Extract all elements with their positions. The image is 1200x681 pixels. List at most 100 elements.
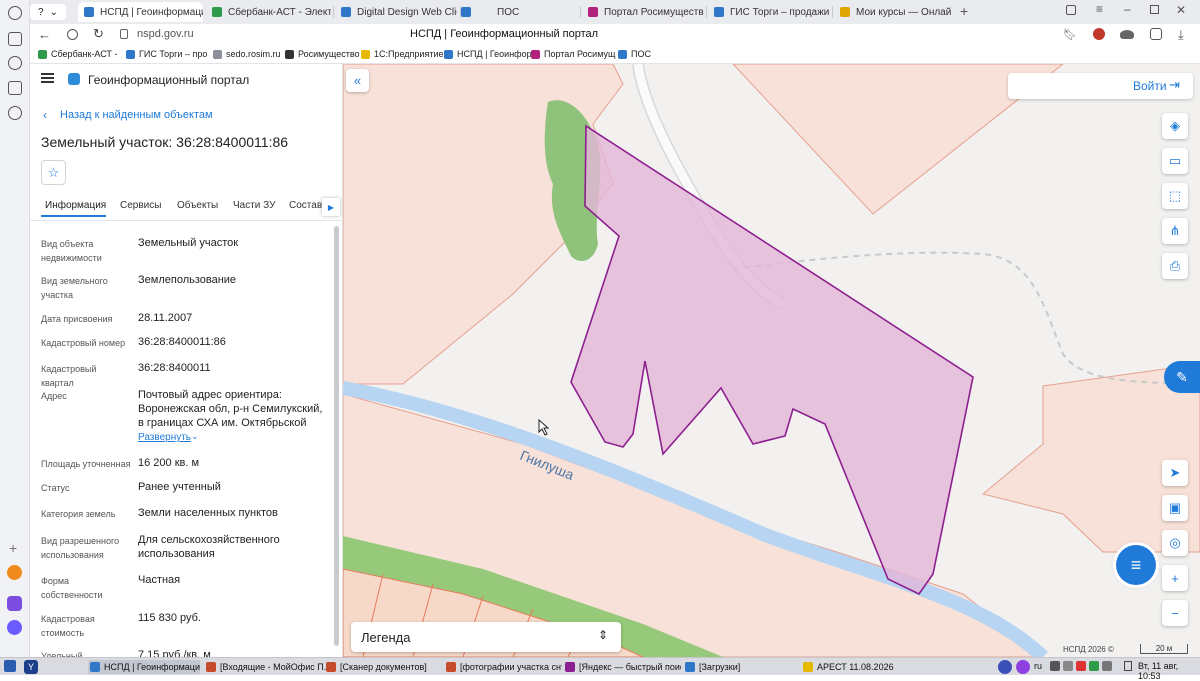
app-purple-icon[interactable] [7,596,22,611]
login-button[interactable]: Войти [1133,79,1167,93]
taskbar-item[interactable]: [Яндекс — быстрый поис... [565,660,681,674]
tab-services[interactable]: Сервисы [120,200,161,211]
nspd-favicon-icon [84,7,94,17]
extension-icon[interactable] [1093,28,1105,40]
app-orange-icon[interactable] [7,565,22,580]
tab-gis-torgi[interactable]: ГИС Торги – продажи гос [708,2,830,22]
zoom-in-button[interactable]: + [1162,565,1188,591]
locate-icon[interactable]: ➤ [1162,460,1188,486]
start-menu-icon[interactable] [4,660,16,672]
select-area-icon[interactable]: ⬚ [1162,183,1188,209]
tab-objects[interactable]: Объекты [177,200,218,211]
map-tools-icon[interactable]: ✎ [1164,361,1200,393]
ruler-icon[interactable]: ▭ [1162,148,1188,174]
share-icon[interactable]: ⋔ [1162,218,1188,244]
favorite-star-button[interactable]: ☆ [41,160,66,185]
bookmarks-bar: Сбербанк-АСТ - ГИС Торги – про sedo.rosi… [30,46,1200,64]
taskbar-item[interactable]: НСПД | Геоинформацио... [88,660,200,674]
map-view[interactable]: Гнилуша « Войти ⇥ Легенда ⇕ НСПД 2026 © … [343,64,1200,657]
hamburger-menu-icon[interactable] [41,73,54,75]
tray-status-icon[interactable] [1089,661,1099,671]
tray-yandex-icon[interactable] [998,660,1012,674]
yandex-launcher-icon[interactable]: Y [24,660,38,674]
tab-composition[interactable]: Состав [289,200,322,211]
badge-icon[interactable] [8,81,22,95]
taskbar-item[interactable]: [фотографии участка снт... [446,660,562,674]
alice-icon[interactable] [7,620,22,635]
bookmark-item[interactable]: Росимущество [285,49,360,59]
site-info-icon[interactable] [67,29,78,40]
tab-rosim[interactable]: Портал Росимущества - [582,2,704,22]
tab-information[interactable]: Информация [45,200,106,211]
taskbar-item[interactable]: [Входящие - МойОфис П... [206,660,330,674]
tab-actions-icon[interactable] [1066,5,1076,15]
tab-counter[interactable]: ? ⌄ [30,4,66,20]
tray-battery-icon[interactable] [1102,661,1112,671]
panel-scrollbar[interactable] [334,226,339,646]
tab-parts[interactable]: Части ЗУ [233,200,275,211]
reload-icon[interactable]: ↻ [93,26,104,42]
tab-digital-design[interactable]: Digital Design Web Client [335,2,457,22]
collections-icon[interactable] [8,32,22,46]
cadastral-quarter-value: 36:28:8400011 [138,362,211,374]
back-to-results-link[interactable]: Назад к найденным объектам [60,109,213,121]
sber-favicon-icon [212,7,222,17]
zoom-out-button[interactable]: − [1162,600,1188,626]
field-label: Кадастровая стоимость [41,614,95,638]
share-page-icon[interactable] [1150,28,1162,40]
tab-counter-value: ? [38,6,44,18]
bookmark-item[interactable]: ПОС [618,49,651,59]
taskbar-item[interactable]: АРЕСТ 11.08.2026 [803,660,923,674]
clock[interactable]: Вт, 11 авг, 10:53 [1138,661,1200,681]
field-label: Вид разрешенного использования [41,536,120,560]
bookmark-item[interactable]: Сбербанк-АСТ - [38,49,117,59]
bookmark-label: Сбербанк-АСТ - [51,49,118,59]
active-tab-indicator [41,215,106,217]
clipboard-icon[interactable] [1124,661,1132,671]
keyboard-language[interactable]: ru [1034,661,1042,671]
bookmark-item[interactable]: НСПД | Геоинфор [444,49,532,59]
tabs-scroll-right-icon[interactable]: ▶ [322,198,340,216]
tab-pos[interactable]: ПОС [455,2,577,22]
taskbar-item[interactable]: [Загрузки] [685,660,795,674]
protect-icon[interactable] [1120,30,1134,39]
tab-nspd[interactable]: НСПД | Геоинформацио✕ [78,2,203,22]
history-icon[interactable] [8,6,22,20]
taskbar: Y НСПД | Геоинформацио... [Входящие - Мо… [0,657,1200,681]
print-icon[interactable]: ⎙ [1162,253,1188,279]
downloads-icon[interactable] [8,106,22,120]
tray-network-icon[interactable] [1063,661,1073,671]
bookmark-item[interactable]: 1С:Предприятие [361,49,443,59]
login-icon[interactable]: ⇥ [1169,77,1180,93]
tray-app-icon[interactable] [1016,660,1030,674]
bookmark-item[interactable]: sedo.rosim.ru [213,49,281,59]
map-canvas[interactable]: Гнилуша [343,64,1200,657]
bookmark-icon[interactable]: 🔖︎ [1063,28,1077,41]
taskbar-item[interactable]: [Сканер документов] [326,660,444,674]
bookmark-label: НСПД | Геоинфор [457,49,532,59]
minimap-icon[interactable]: ▣ [1162,495,1188,521]
url-field[interactable]: nspd.gov.ru [137,28,194,40]
collapse-panel-button[interactable]: « [346,69,369,92]
sort-arrows-icon[interactable]: ⇕ [598,628,608,642]
tray-security-icon[interactable] [1076,661,1086,671]
bookmark-item[interactable]: ГИС Торги – про [126,49,207,59]
bookmark-item[interactable]: Портал Росимущ [531,49,615,59]
menu-icon[interactable]: ≡ [1096,2,1103,16]
expand-address-link[interactable]: Развернуть [138,432,191,443]
minimize-icon[interactable]: – [1124,2,1131,16]
window-close-icon[interactable]: ✕ [1176,3,1186,17]
add-icon[interactable]: + [9,540,17,556]
tab-courses[interactable]: Мои курсы — Онлайн-ин [834,2,952,22]
taskbar-item-label: НСПД | Геоинформацио... [104,662,200,672]
downloads-arrow-icon[interactable]: ⤓ [1178,27,1184,43]
tab-sberbank[interactable]: Сбербанк-АСТ - Электро [206,2,331,22]
layers-icon[interactable]: ◈ [1162,113,1188,139]
geolocation-icon[interactable]: ◎ [1162,530,1188,556]
new-tab-button[interactable]: + [960,3,968,19]
maximize-icon[interactable] [1150,5,1159,14]
chat-button[interactable]: ≡ [1116,545,1156,585]
tray-volume-icon[interactable] [1050,661,1060,671]
back-arrow-icon[interactable]: ← [38,27,51,42]
play-icon[interactable] [8,56,22,70]
